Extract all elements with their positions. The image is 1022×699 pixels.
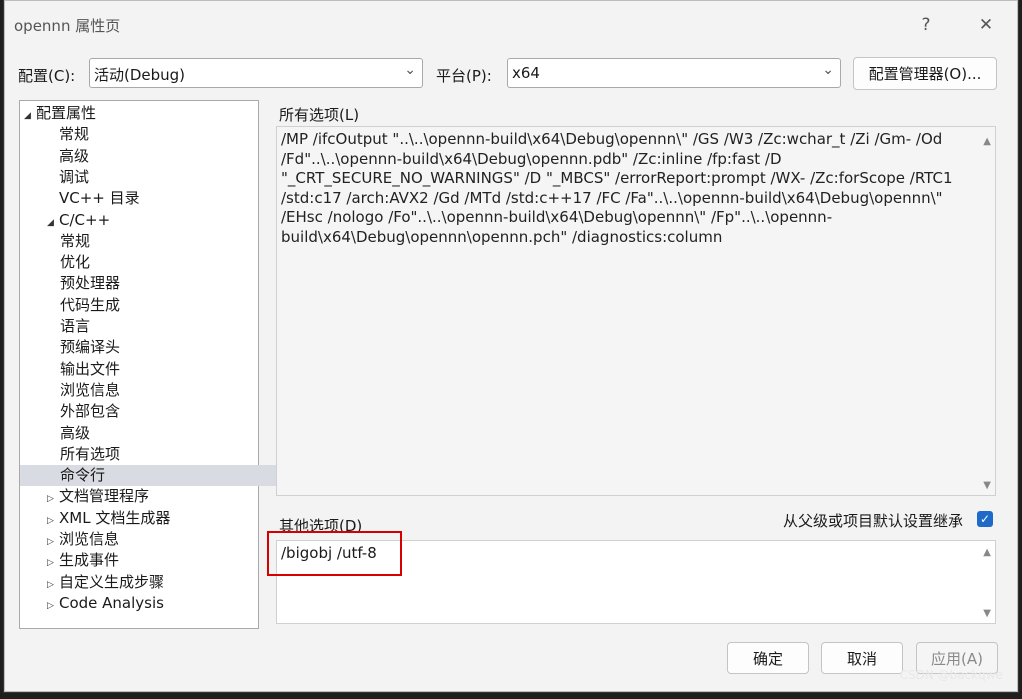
tree-item[interactable]: 外部包含 <box>60 401 120 422</box>
tree-item[interactable]: 高级 <box>60 423 90 444</box>
config-manager-button[interactable]: 配置管理器(O)... <box>853 57 997 90</box>
tree-item-label: 生成事件 <box>59 551 120 570</box>
tree-item-label: C/C++ <box>59 210 111 229</box>
ok-button[interactable]: 确定 <box>727 642 809 674</box>
tree-item[interactable]: 常规 <box>47 124 89 145</box>
tree-item[interactable]: 高级 <box>47 146 89 167</box>
tree-item[interactable]: ◢ 配置属性 <box>24 103 96 124</box>
tree-item-label: 调试 <box>59 167 90 186</box>
tree-item-label: 代码生成 <box>60 295 121 314</box>
tree-item-label: 配置属性 <box>36 104 97 122</box>
tree-item[interactable]: 语言 <box>60 316 90 337</box>
tree-item[interactable]: 预处理器 <box>60 273 120 294</box>
tree-item[interactable]: VC++ 目录 <box>47 188 140 209</box>
tree-item-label: 命令行 <box>60 466 106 485</box>
tree-item[interactable]: ▷ 浏览信息 <box>47 529 119 550</box>
tree-item-label: 浏览信息 <box>59 530 120 548</box>
all-options-text: /MP /ifcOutput "..\..\opennn-build\x64\D… <box>281 130 958 246</box>
scroll-down-icon[interactable]: ▼ <box>983 608 991 619</box>
tree-item-label: 自定义生成步骤 <box>59 572 165 591</box>
tree-item-label: 预编译头 <box>60 338 121 357</box>
config-label: 配置(C): <box>18 67 76 85</box>
tree-item-label: 文档管理程序 <box>59 487 150 506</box>
all-options-textbox[interactable]: /MP /ifcOutput "..\..\opennn-build\x64\D… <box>276 126 996 496</box>
help-icon[interactable]: ? <box>909 11 943 39</box>
tree-item-label: 预处理器 <box>60 274 121 293</box>
tree-item[interactable]: ▷ 生成事件 <box>47 550 119 571</box>
platform-value: x64 <box>512 64 540 82</box>
property-tree: ◢ 配置属性 常规 高级 调试 VC++ 目录 ◢ C/C++ 常规 优化 预处理器 代码生成 语言 预编… <box>19 100 298 629</box>
tree-item[interactable]: 输出文件 <box>60 359 120 380</box>
collapse-icon[interactable]: ◢ <box>47 213 59 234</box>
tree-item[interactable]: 命令行 <box>20 465 298 487</box>
tree-item[interactable]: 调试 <box>47 167 89 188</box>
tree-item[interactable]: 代码生成 <box>60 295 120 316</box>
property-pages-dialog: opennn 属性页 ? ✕ 配置(C): 活动(Debug) ⌄ 平台(P):… <box>4 0 1018 692</box>
title-bar: opennn 属性页 ? ✕ <box>5 1 1017 49</box>
tree-item[interactable]: 浏览信息 <box>60 380 120 401</box>
scroll-up-icon[interactable]: ▲ <box>983 547 991 558</box>
config-dropdown[interactable]: 活动(Debug) ⌄ <box>89 58 423 88</box>
chevron-down-icon: ⌄ <box>404 62 416 78</box>
config-value: 活动(Debug) <box>94 66 186 84</box>
tree-item-label: 浏览信息 <box>60 380 121 399</box>
scroll-down-icon[interactable]: ▼ <box>983 480 991 491</box>
all-options-label: 所有选项(L) <box>279 106 360 124</box>
platform-dropdown[interactable]: x64 ⌄ <box>507 58 841 88</box>
tree-item-label: 语言 <box>60 317 91 335</box>
tree-item-label: 所有选项 <box>60 444 121 463</box>
tree-item-label: 外部包含 <box>60 402 121 421</box>
cancel-button[interactable]: 取消 <box>821 642 903 674</box>
tree-item[interactable]: 预编译头 <box>60 337 120 358</box>
tree-item[interactable]: ▷ Code Analysis <box>47 593 164 614</box>
tree-item-label: VC++ 目录 <box>59 189 140 208</box>
tree-item-label: 常规 <box>60 231 91 250</box>
window-title: opennn 属性页 <box>14 17 121 35</box>
configuration-row: 配置(C): 活动(Debug) ⌄ 平台(P): x64 ⌄ 配置管理器(O)… <box>5 57 1017 90</box>
tree-item-label: 输出文件 <box>60 359 121 378</box>
tree-item-label: XML 文档生成器 <box>59 508 171 527</box>
inherit-label: 从父级或项目默认设置继承 <box>783 512 964 530</box>
tree-item-label: Code Analysis <box>59 593 164 612</box>
tree-item[interactable]: ▷ 文档管理程序 <box>47 486 149 507</box>
inherit-checkbox[interactable]: ✓ <box>977 511 993 527</box>
platform-label: 平台(P): <box>436 67 492 85</box>
collapse-icon[interactable]: ◢ <box>24 106 36 127</box>
tree-item-label: 优化 <box>60 253 91 272</box>
tree-item[interactable]: ▷ XML 文档生成器 <box>47 508 170 529</box>
tree-item[interactable]: 优化 <box>60 252 90 273</box>
highlight-box <box>267 531 402 576</box>
scroll-up-icon[interactable]: ▲ <box>983 136 991 147</box>
expand-icon[interactable]: ▷ <box>47 596 59 617</box>
tree-item-label: 高级 <box>59 146 90 165</box>
chevron-down-icon: ⌄ <box>822 62 834 78</box>
tree-item[interactable]: ▷ 自定义生成步骤 <box>47 572 164 593</box>
tree-item-label: 常规 <box>59 125 90 144</box>
tree-item[interactable]: ◢ C/C++ <box>47 210 110 231</box>
tree-item[interactable]: 常规 <box>60 231 90 252</box>
tree-item-label: 高级 <box>60 423 91 442</box>
tree-item[interactable]: 所有选项 <box>60 444 120 465</box>
close-icon[interactable]: ✕ <box>969 11 1003 39</box>
watermark: CSDN @backqwe <box>899 668 1003 682</box>
